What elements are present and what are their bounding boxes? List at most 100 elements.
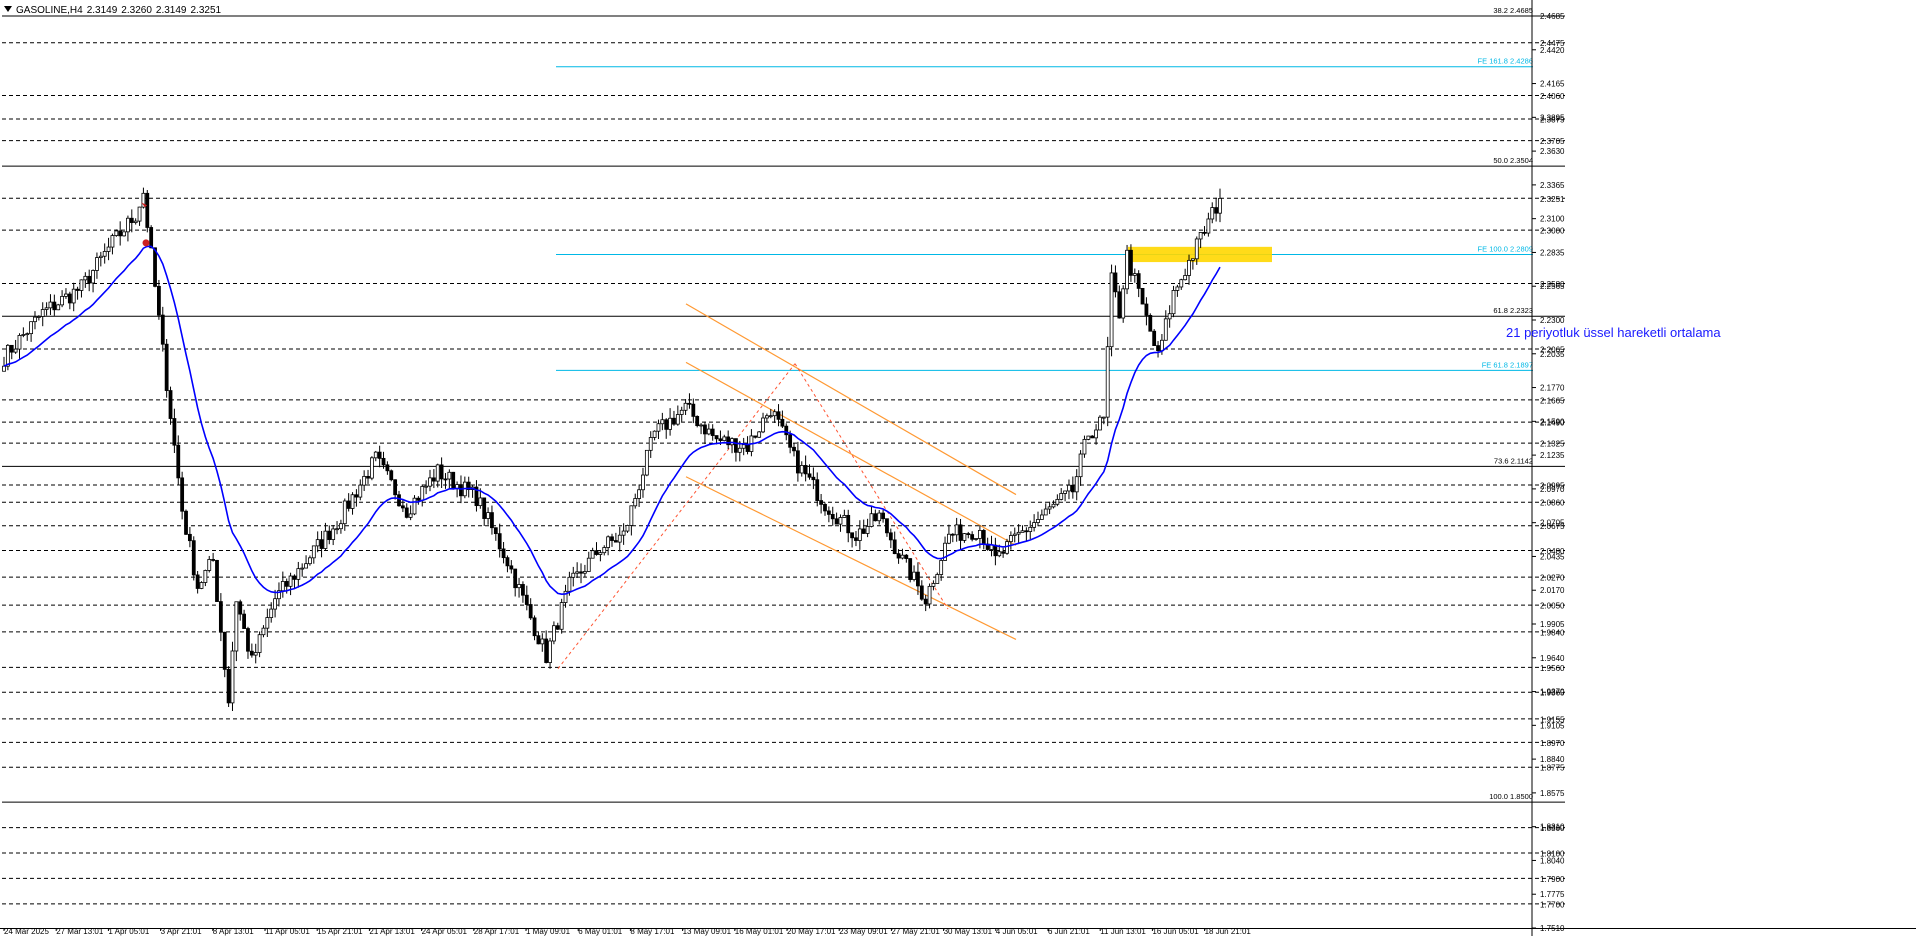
- fib-retracement-label: 50.0 2.3504: [1493, 156, 1533, 165]
- candle-body: [1218, 197, 1222, 214]
- candle-body: [431, 477, 436, 482]
- candle-body: [939, 560, 944, 575]
- candle-body: [482, 497, 487, 519]
- candle-body: [36, 316, 41, 318]
- x-tick-label: 21 Apr 13:01: [369, 927, 415, 936]
- candle-body: [207, 559, 212, 571]
- candle-body: [497, 533, 502, 550]
- candle-body: [261, 627, 266, 636]
- candle-body: [799, 465, 804, 474]
- level-label: 1.7900: [1540, 875, 1565, 884]
- candle-body: [552, 625, 556, 642]
- candle-body: [784, 425, 789, 436]
- candle-body: [493, 527, 498, 535]
- candle-body: [218, 601, 223, 633]
- candle-body: [420, 486, 425, 501]
- candle-body: [184, 510, 188, 535]
- candle-body: [176, 444, 181, 479]
- candle-body: [966, 533, 971, 535]
- candle-body: [1132, 273, 1137, 276]
- x-tick-label: 24 Mar 2025: [4, 927, 49, 936]
- candle-body: [625, 525, 630, 532]
- y-tick-label: 1.9370: [1540, 688, 1565, 697]
- candle-body: [199, 582, 204, 589]
- y-tick-label: 2.0970: [1540, 485, 1565, 494]
- candle-body: [737, 447, 742, 453]
- candle-body: [691, 403, 696, 417]
- candle-body: [617, 534, 622, 543]
- x-tick-label: 11 Apr 05:01: [265, 927, 310, 936]
- candle-body: [122, 231, 126, 237]
- y-tick-label: 2.3630: [1540, 147, 1565, 156]
- candle-body: [393, 479, 398, 496]
- x-tick-label: 16 May 01:01: [735, 927, 784, 936]
- candle-body: [1094, 429, 1098, 439]
- candle-body: [656, 423, 661, 432]
- y-tick-label: 1.8310: [1540, 823, 1565, 832]
- candle-body: [323, 530, 328, 549]
- candle-body: [1140, 287, 1145, 305]
- candle-body: [842, 514, 847, 518]
- x-tick-label: 6 May 01:01: [578, 927, 623, 936]
- candle-body: [5, 344, 10, 367]
- candle-body: [354, 494, 359, 498]
- candle-body: [1175, 286, 1180, 291]
- candle-body: [815, 479, 820, 501]
- candle-body: [590, 550, 595, 559]
- candle-body: [513, 568, 518, 589]
- candle-body: [633, 498, 638, 507]
- candle-body: [331, 528, 336, 540]
- candle-body: [1167, 313, 1172, 320]
- candle-body: [575, 571, 580, 574]
- candle-body: [703, 424, 707, 435]
- candle-body: [1059, 493, 1064, 500]
- marker-dot: [142, 239, 150, 247]
- candle-body: [838, 517, 843, 525]
- candle-body: [459, 484, 463, 497]
- candle-body: [2, 365, 6, 372]
- candle-body: [342, 500, 347, 525]
- x-tick-label: 13 May 09:01: [683, 927, 732, 936]
- candle-body: [195, 574, 200, 589]
- candle-body: [486, 512, 490, 519]
- candle-body: [187, 533, 192, 542]
- x-tick-label: 27 May 21:01: [891, 927, 940, 936]
- candle-body: [900, 554, 905, 559]
- x-tick-label: 3 Apr 21:01: [161, 927, 202, 936]
- x-tick-label: 1 May 09:01: [526, 927, 571, 936]
- candle-body: [1129, 249, 1133, 276]
- candle-body: [1163, 318, 1168, 341]
- candle-body: [424, 485, 429, 488]
- candle-body: [819, 500, 824, 505]
- candle-body: [451, 471, 456, 490]
- y-tick-label: 2.0435: [1540, 552, 1565, 561]
- candle-body: [981, 530, 986, 545]
- level-label: 2.3000: [1540, 227, 1565, 236]
- candle-body: [834, 518, 839, 525]
- x-tick-label: 27 Mar 13:01: [56, 927, 104, 936]
- price-chart[interactable]: 38.2 2.4685 50.0 2.3504 61.8 2.2323 73.6 2.…: [0, 0, 1916, 936]
- x-tick-label: 28 Apr 17:01: [474, 927, 520, 936]
- fib-expansion-label: FE 61.8 2.1897: [1482, 360, 1533, 369]
- candle-body: [954, 524, 959, 536]
- candle-body: [544, 638, 549, 663]
- candle-body: [861, 528, 866, 534]
- dropdown-triangle-icon[interactable]: [4, 6, 12, 12]
- candle-body: [885, 518, 889, 534]
- candle-body: [13, 348, 18, 353]
- candle-body: [1109, 272, 1114, 348]
- candle-body: [1098, 416, 1102, 431]
- candle-body: [916, 571, 920, 587]
- candle-body: [1082, 438, 1087, 455]
- candle-body: [362, 475, 367, 486]
- candle-body: [87, 275, 92, 284]
- candle-body: [977, 530, 982, 539]
- candle-body: [1113, 272, 1118, 293]
- y-tick-label: 2.1500: [1540, 417, 1565, 426]
- candle-body: [606, 536, 611, 548]
- candle-body: [637, 489, 642, 499]
- level-label: 2.4060: [1540, 92, 1565, 101]
- candle-body: [180, 477, 185, 512]
- candle-body: [1020, 530, 1025, 533]
- candle-body: [1144, 303, 1149, 316]
